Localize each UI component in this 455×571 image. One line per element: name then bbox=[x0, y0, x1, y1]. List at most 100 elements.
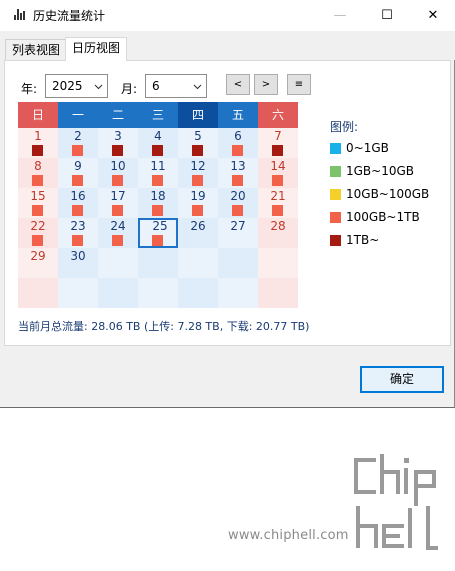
legend-swatch bbox=[330, 189, 341, 200]
day-number: 23 bbox=[70, 219, 86, 233]
year-select-value: 2025 bbox=[52, 79, 83, 93]
legend-label: 100GB~1TB bbox=[346, 210, 420, 224]
title-bar[interactable]: 历史流量统计 — ☐ ✕ bbox=[0, 0, 455, 31]
calendar-day[interactable]: 28 bbox=[258, 218, 298, 248]
day-number: 13 bbox=[230, 159, 246, 173]
close-button[interactable]: ✕ bbox=[410, 0, 455, 31]
minimize-button[interactable]: — bbox=[317, 0, 363, 31]
year-label: 年: bbox=[21, 82, 38, 96]
traffic-level-marker bbox=[72, 205, 83, 216]
prev-month-button[interactable]: < bbox=[226, 74, 250, 95]
tab-list-view[interactable]: 列表视图 bbox=[5, 39, 68, 60]
legend-label: 1GB~10GB bbox=[346, 164, 415, 178]
bar-chart-icon bbox=[14, 9, 26, 20]
empty-day-cell bbox=[218, 248, 258, 278]
calendar-day[interactable]: 22 bbox=[18, 218, 58, 248]
day-number: 28 bbox=[270, 219, 286, 233]
day-number: 14 bbox=[270, 159, 286, 173]
watermark-url: www.chiphell.com bbox=[228, 528, 349, 543]
day-number: 7 bbox=[274, 129, 282, 143]
day-number: 25 bbox=[152, 219, 168, 233]
tab-calendar-view[interactable]: 日历视图 bbox=[65, 37, 128, 61]
day-number: 21 bbox=[270, 189, 286, 203]
calendar-day[interactable]: 19 bbox=[178, 188, 218, 218]
year-select[interactable]: 2025 bbox=[45, 74, 108, 98]
calendar-day[interactable]: 25 bbox=[138, 218, 178, 248]
day-number: 8 bbox=[34, 159, 42, 173]
day-number: 2 bbox=[74, 129, 82, 143]
calendar-day[interactable]: 8 bbox=[18, 158, 58, 188]
calendar-day[interactable]: 7 bbox=[258, 128, 298, 158]
calendar-day[interactable]: 18 bbox=[138, 188, 178, 218]
calendar-day[interactable]: 1 bbox=[18, 128, 58, 158]
traffic-level-marker bbox=[232, 175, 243, 186]
calendar-day[interactable]: 23 bbox=[58, 218, 98, 248]
calendar-day[interactable]: 2 bbox=[58, 128, 98, 158]
empty-day-cell bbox=[58, 278, 98, 308]
traffic-level-marker bbox=[112, 205, 123, 216]
day-number: 30 bbox=[70, 249, 86, 263]
calendar-day[interactable]: 3 bbox=[98, 128, 138, 158]
day-number: 12 bbox=[190, 159, 206, 173]
month-select[interactable]: 6 bbox=[145, 74, 207, 98]
calendar-day[interactable]: 5 bbox=[178, 128, 218, 158]
calendar-day[interactable]: 17 bbox=[98, 188, 138, 218]
traffic-level-marker bbox=[72, 175, 83, 186]
calendar-day[interactable]: 6 bbox=[218, 128, 258, 158]
calendar-day[interactable]: 16 bbox=[58, 188, 98, 218]
tab-bar: 列表视图 日历视图 bbox=[0, 31, 455, 61]
traffic-level-marker bbox=[112, 145, 123, 156]
legend-label: 10GB~100GB bbox=[346, 187, 430, 201]
traffic-level-marker bbox=[32, 205, 43, 216]
day-number: 26 bbox=[190, 219, 206, 233]
calendar-day[interactable]: 30 bbox=[58, 248, 98, 278]
day-number: 17 bbox=[110, 189, 126, 203]
next-month-button[interactable]: > bbox=[254, 74, 278, 95]
day-number: 20 bbox=[230, 189, 246, 203]
calendar-grid: 日一二三四五六 1 2 3 4 5 6 7 8 9 10 11 12 13 14 15 16 17 18 19 20 21… bbox=[18, 102, 298, 311]
calendar-day[interactable]: 14 bbox=[258, 158, 298, 188]
ok-button[interactable]: 确定 bbox=[360, 366, 444, 393]
traffic-level-marker bbox=[112, 175, 123, 186]
empty-day-cell bbox=[138, 278, 178, 308]
day-number: 6 bbox=[234, 129, 242, 143]
traffic-level-marker bbox=[192, 175, 203, 186]
calendar-day[interactable]: 10 bbox=[98, 158, 138, 188]
day-number: 5 bbox=[194, 129, 202, 143]
calendar-day[interactable]: 9 bbox=[58, 158, 98, 188]
day-number: 9 bbox=[74, 159, 82, 173]
calendar-day[interactable]: 21 bbox=[258, 188, 298, 218]
weekday-header: 四 bbox=[178, 102, 218, 128]
empty-day-cell bbox=[98, 248, 138, 278]
legend-swatch bbox=[330, 143, 341, 154]
traffic-level-marker bbox=[272, 175, 283, 186]
day-number: 11 bbox=[150, 159, 166, 173]
traffic-level-marker bbox=[32, 145, 43, 156]
legend-swatch bbox=[330, 166, 341, 177]
calendar-day[interactable]: 4 bbox=[138, 128, 178, 158]
empty-day-cell bbox=[18, 278, 58, 308]
maximize-button[interactable]: ☐ bbox=[364, 0, 410, 31]
empty-day-cell bbox=[178, 278, 218, 308]
calendar-day[interactable]: 11 bbox=[138, 158, 178, 188]
empty-day-cell bbox=[98, 278, 138, 308]
calendar-day[interactable]: 29 bbox=[18, 248, 58, 278]
calendar-day[interactable]: 13 bbox=[218, 158, 258, 188]
month-select-value: 6 bbox=[152, 79, 160, 93]
calendar-day[interactable]: 24 bbox=[98, 218, 138, 248]
calendar-day[interactable]: 20 bbox=[218, 188, 258, 218]
calendar-day[interactable]: 15 bbox=[18, 188, 58, 218]
window-title: 历史流量统计 bbox=[33, 9, 106, 23]
day-number: 1 bbox=[34, 129, 42, 143]
calendar-day[interactable]: 27 bbox=[218, 218, 258, 248]
monthly-traffic-summary: 当前月总流量: 28.06 TB (上传: 7.28 TB, 下载: 20.77… bbox=[18, 320, 310, 333]
day-number: 4 bbox=[154, 129, 162, 143]
weekday-header: 三 bbox=[138, 102, 178, 128]
calendar-day[interactable]: 26 bbox=[178, 218, 218, 248]
menu-button[interactable]: ≡ bbox=[287, 74, 311, 95]
legend-title: 图例: bbox=[330, 120, 359, 134]
traffic-level-marker bbox=[192, 145, 203, 156]
calendar-day[interactable]: 12 bbox=[178, 158, 218, 188]
day-number: 22 bbox=[30, 219, 46, 233]
empty-day-cell bbox=[258, 278, 298, 308]
